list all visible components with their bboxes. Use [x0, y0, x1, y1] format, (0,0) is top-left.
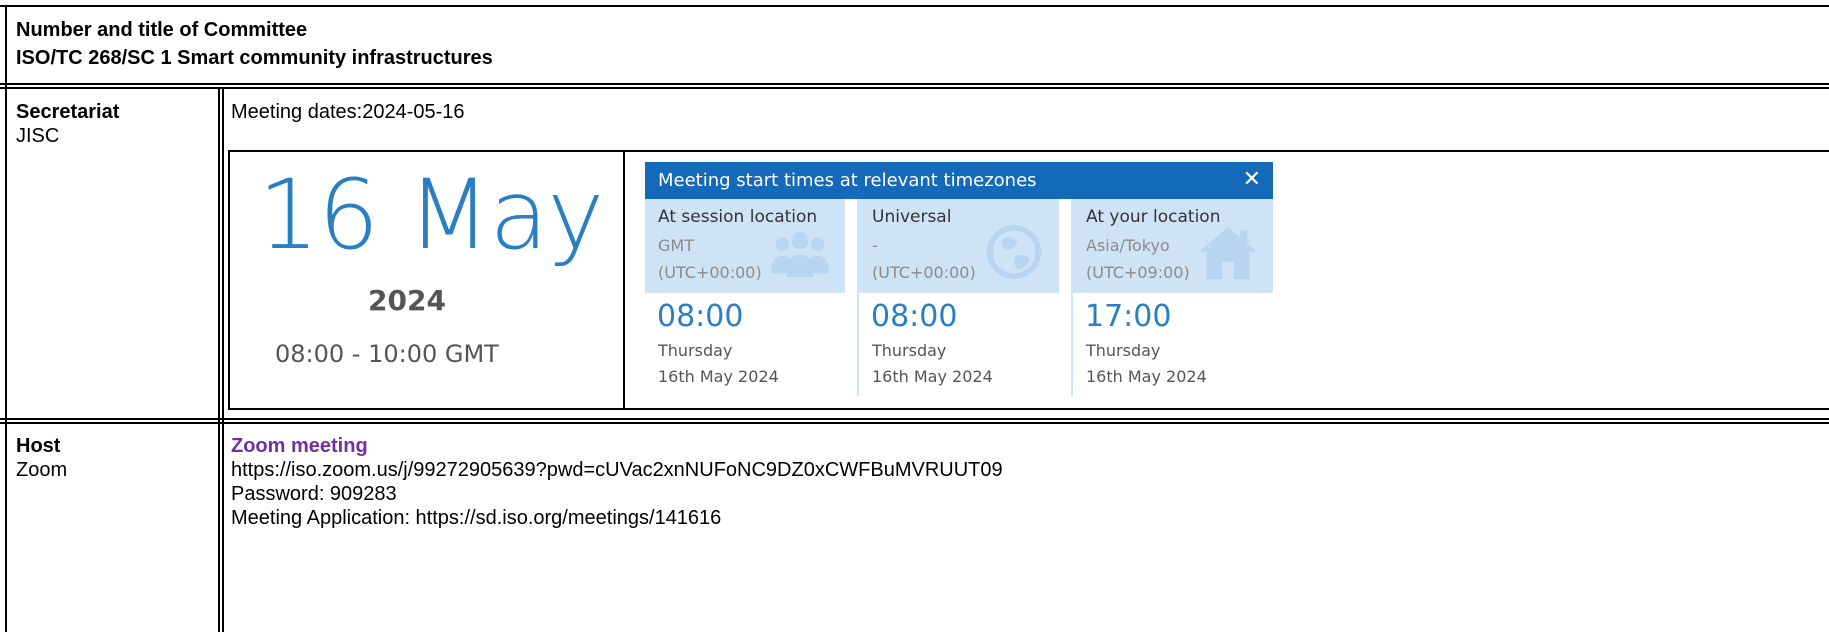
timezone-date: 16th May 2024 [872, 367, 993, 386]
host-value: Zoom [16, 459, 68, 481]
table-column-divider [218, 87, 220, 632]
timezone-offset: (UTC+00:00) [872, 263, 976, 282]
table-row-divider [0, 83, 1829, 85]
timezone-day: Thursday [658, 341, 733, 360]
timezone-day: Thursday [1086, 341, 1161, 360]
people-icon [770, 231, 830, 278]
timezone-zone: - [872, 236, 878, 255]
secretariat-value: JISC [16, 125, 60, 147]
host-label: Host [16, 435, 61, 457]
timezone-time: 17:00 [1085, 299, 1172, 334]
zoom-meeting-link[interactable]: Zoom meeting [231, 435, 368, 458]
timezone-offset: (UTC+09:00) [1086, 263, 1190, 282]
timezone-date: 16th May 2024 [658, 367, 779, 386]
timezone-zone: GMT [658, 236, 694, 255]
globe-icon [986, 224, 1042, 280]
timezone-widget: Meeting start times at relevant timezone… [645, 162, 1273, 396]
timezone-label: At your location [1086, 207, 1221, 227]
timezone-column-universal: Universal - (UTC+00:00) 08:00 Thursday 1… [857, 199, 1059, 396]
table-border-top [0, 5, 1829, 7]
timezone-time: 08:00 [657, 299, 744, 334]
timezone-label: Universal [872, 207, 952, 227]
committee-title: ISO/TC 268/SC 1 Smart community infrastr… [16, 47, 493, 69]
timezone-time: 08:00 [871, 299, 958, 334]
committee-heading: Number and title of Committee [16, 19, 308, 41]
meeting-time-range: 08:00 - 10:00 GMT [275, 340, 499, 368]
meeting-application[interactable]: Meeting Application: https://sd.iso.org/… [231, 507, 721, 530]
table-row-divider [0, 422, 1829, 424]
meeting-date-panel-divider [623, 150, 625, 410]
secretariat-label: Secretariat [16, 101, 120, 123]
timezone-offset: (UTC+00:00) [658, 263, 762, 282]
close-icon[interactable]: ✕ [1243, 167, 1261, 192]
timezone-day: Thursday [872, 341, 947, 360]
meeting-dates: Meeting dates:2024-05-16 [231, 101, 465, 123]
meeting-year: 2024 [368, 284, 446, 317]
timezone-column-session: At session location GMT (UTC+00:00) 08:0… [645, 199, 845, 396]
meeting-big-date: 16 May [258, 159, 604, 271]
table-row-divider [0, 418, 1829, 420]
timezone-zone: Asia/Tokyo [1086, 236, 1170, 255]
zoom-meeting-url[interactable]: https://iso.zoom.us/j/99272905639?pwd=cU… [231, 459, 1003, 482]
meeting-password: Password: 909283 [231, 483, 397, 505]
table-row-divider [0, 87, 1829, 89]
timezone-widget-header: Meeting start times at relevant timezone… [645, 162, 1273, 199]
timezone-date: 16th May 2024 [1086, 367, 1207, 386]
house-icon [1198, 226, 1258, 280]
timezone-label: At session location [658, 207, 818, 227]
table-border-left [5, 5, 7, 632]
timezone-widget-title: Meeting start times at relevant timezone… [658, 170, 1037, 191]
table-column-divider [222, 87, 224, 632]
timezone-column-local: At your location Asia/Tokyo (UTC+09:00) … [1071, 199, 1273, 396]
